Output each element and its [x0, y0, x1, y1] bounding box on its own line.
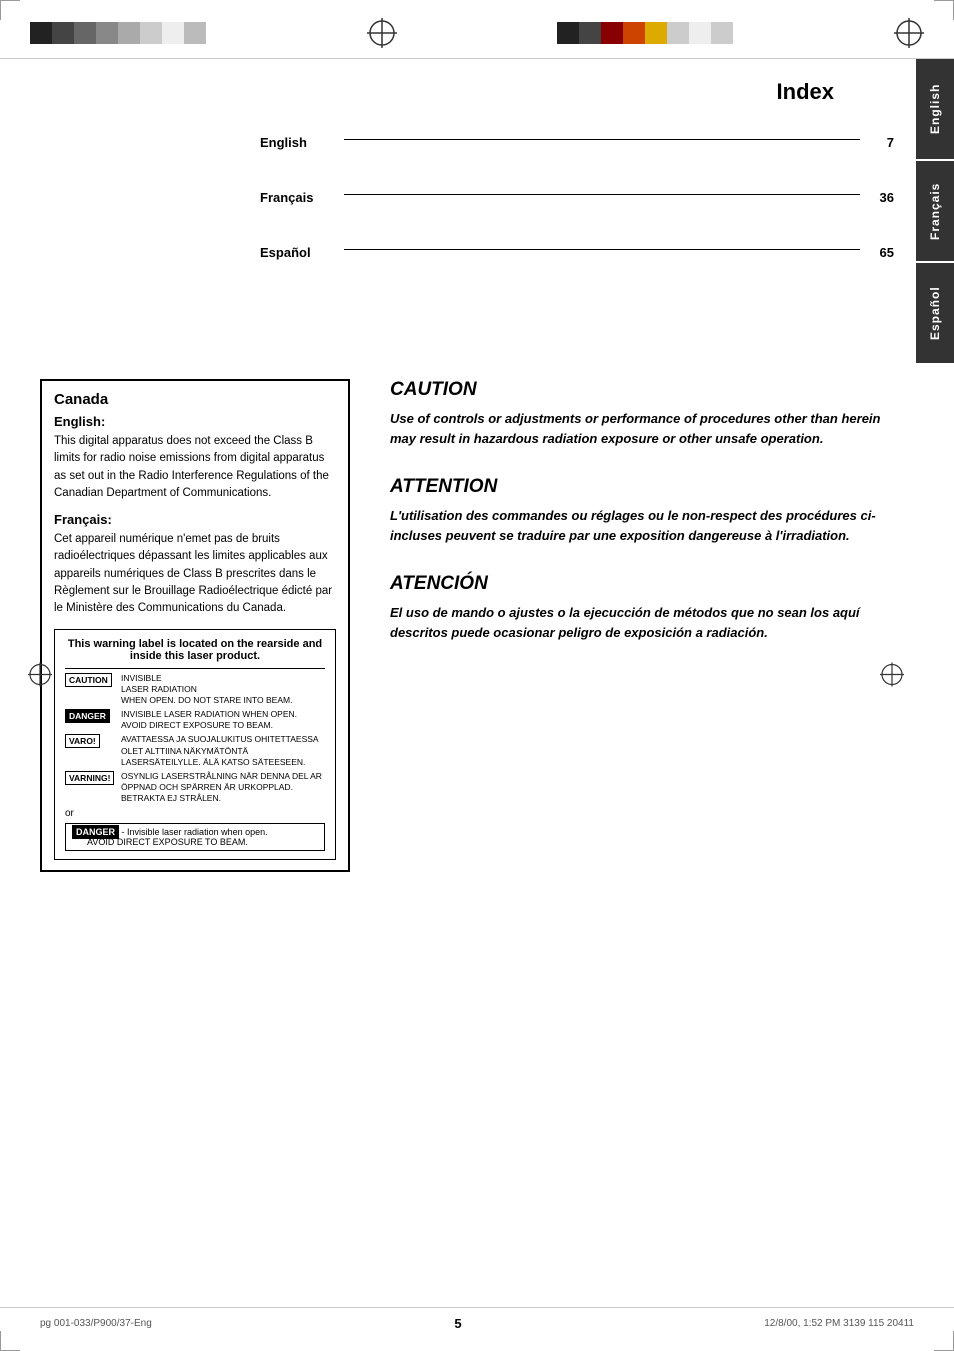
canada-title: Canada [54, 391, 336, 408]
divider [65, 668, 325, 669]
caution-body-text: Use of controls or adjustments or perfor… [390, 409, 894, 448]
attention-body-text: L'utilisation des commandes ou réglages … [390, 506, 894, 545]
warning-row-danger: DANGER INVISIBLE LASER RADIATION WHEN OP… [65, 709, 325, 731]
color-bar [601, 22, 623, 44]
color-bar [52, 22, 74, 44]
index-page-francais: 36 [864, 190, 894, 205]
main-content: Index English 7 Français 36 Español [0, 59, 954, 1329]
varo-label-box: VARO! [65, 734, 100, 748]
crosshair-left [367, 18, 397, 48]
warning-label-varo: VARO! [65, 734, 117, 748]
index-page-english: 7 [864, 135, 894, 150]
warning-label-caution: CAUTION [65, 673, 117, 687]
or-label: or [65, 808, 325, 819]
caution-section: CAUTION Use of controls or adjustments o… [390, 379, 894, 448]
page-footer: pg 001-033/P900/37-Eng 5 12/8/00, 1:52 P… [0, 1307, 954, 1331]
warning-label-varning: VARNING! [65, 771, 117, 785]
warning-row-varo: VARO! AVATTAESSA JA SUOJALUKITUS OHITETT… [65, 734, 325, 767]
right-sections: CAUTION Use of controls or adjustments o… [390, 379, 894, 670]
color-bar [140, 22, 162, 44]
color-bar [557, 22, 579, 44]
side-tab-english: English [916, 59, 954, 159]
color-bar [184, 22, 206, 44]
page-container: Index English 7 Français 36 Español [0, 0, 954, 1351]
varo-text: AVATTAESSA JA SUOJALUKITUS OHITETTAESSA … [121, 734, 325, 767]
warning-row-varning: VARNING! OSYNLIG LASERSTRÅLNING NÄR DENN… [65, 771, 325, 804]
caution-label-box: CAUTION [65, 673, 112, 687]
center-content: Index English 7 Français 36 Español [0, 59, 954, 1329]
color-bar [96, 22, 118, 44]
caution-text: INVISIBLELASER RADIATIONWHEN OPEN. DO NO… [121, 673, 292, 706]
side-tabs: English Français Español [916, 59, 954, 365]
footer-page-number: 5 [454, 1316, 461, 1331]
color-bar [645, 22, 667, 44]
danger-label-box: DANGER [65, 709, 110, 723]
atencion-section: ATENCIÓN El uso de mando o ajustes o la … [390, 573, 894, 642]
color-bar [579, 22, 601, 44]
side-tab-francais: Français [916, 161, 954, 261]
side-tab-espanol-label: Español [928, 286, 942, 340]
crosshair-left-mid [28, 662, 52, 689]
index-entry-espanol: Español 65 [260, 245, 894, 260]
index-dots-espanol [344, 249, 860, 250]
corner-mark-br [934, 1331, 954, 1351]
index-dots-francais [344, 194, 860, 195]
danger-final-box: DANGER - Invisible laser radiation when … [65, 823, 325, 851]
color-bar [74, 22, 96, 44]
warning-box-title: This warning label is located on the rea… [65, 638, 325, 662]
color-bar [623, 22, 645, 44]
crosshair-right-mid [880, 662, 904, 689]
index-label-francais: Français [260, 190, 340, 205]
index-entries: English 7 Français 36 Español 65 [260, 135, 894, 260]
canada-english-title: English: [54, 414, 336, 429]
index-page-espanol: 65 [864, 245, 894, 260]
footer-left-text: pg 001-033/P900/37-Eng [40, 1318, 152, 1329]
top-bars [0, 0, 954, 59]
side-tab-espanol: Español [916, 263, 954, 363]
index-entry-english: English 7 [260, 135, 894, 150]
varning-text: OSYNLIG LASERSTRÅLNING NÄR DENNA DEL AR … [121, 771, 325, 804]
index-label-espanol: Español [260, 245, 340, 260]
warning-label-danger: DANGER [65, 709, 117, 723]
color-bar [689, 22, 711, 44]
canada-francais-title: Français: [54, 512, 336, 527]
left-color-bars [30, 22, 206, 44]
canada-panel: Canada English: This digital apparatus d… [40, 379, 350, 872]
canada-english-text: This digital apparatus does not exceed t… [54, 433, 336, 502]
color-bar [118, 22, 140, 44]
danger-text: INVISIBLE LASER RADIATION WHEN OPEN.AVOI… [121, 709, 297, 731]
side-tab-francais-label: Français [928, 182, 942, 239]
right-color-bars [557, 22, 733, 44]
caution-title: CAUTION [390, 379, 894, 401]
color-bar [667, 22, 689, 44]
side-tab-english-label: English [928, 84, 942, 134]
attention-section: ATTENTION L'utilisation des commandes ou… [390, 476, 894, 545]
atencion-title: ATENCIÓN [390, 573, 894, 595]
attention-title: ATTENTION [390, 476, 894, 498]
canada-francais-text: Cet appareil numérique n'emet pas de bru… [54, 531, 336, 617]
index-label-english: English [260, 135, 340, 150]
varning-label-box: VARNING! [65, 771, 114, 785]
index-entry-francais: Français 36 [260, 190, 894, 205]
index-dots-english [344, 139, 860, 140]
color-bar [711, 22, 733, 44]
footer-right-text: 12/8/00, 1:52 PM 3139 115 20411 [764, 1318, 914, 1329]
warning-row-caution: CAUTION INVISIBLELASER RADIATIONWHEN OPE… [65, 673, 325, 706]
color-bar [162, 22, 184, 44]
atencion-body-text: El uso de mando o ajustes o la ejecucció… [390, 603, 894, 642]
index-title: Index [40, 79, 894, 105]
color-bar [30, 22, 52, 44]
warning-box: This warning label is located on the rea… [54, 629, 336, 860]
crosshair-right [894, 18, 924, 48]
corner-mark-bl [0, 1331, 20, 1351]
